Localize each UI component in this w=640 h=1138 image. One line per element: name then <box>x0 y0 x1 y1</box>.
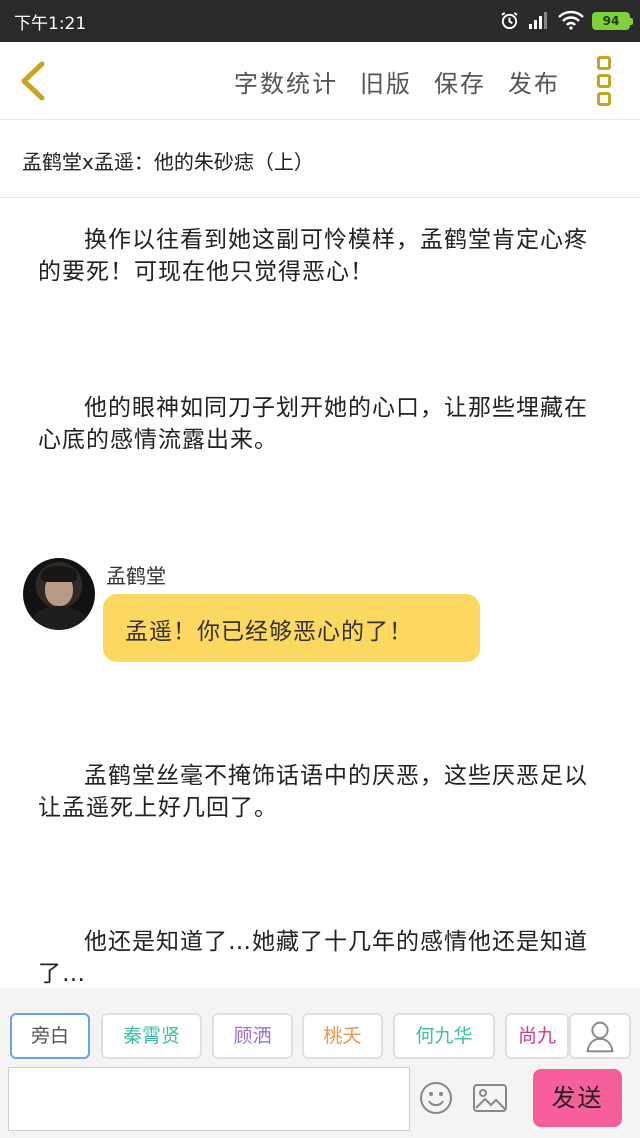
emoji-icon[interactable] <box>418 1080 454 1116</box>
character-chip[interactable]: 桃夭 <box>302 1013 383 1059</box>
character-chip-narrator[interactable]: 旁白 <box>10 1013 90 1059</box>
character-chip-label: 旁白 <box>30 1025 69 1047</box>
signal-icon <box>529 12 547 29</box>
wifi-icon <box>558 10 584 30</box>
dialogue-speaker: 孟鹤堂 <box>106 564 166 588</box>
narration-paragraph[interactable]: 他的眼神如同刀子划开她的心口，让那些埋藏在心底的感情流露出来。 <box>38 392 598 456</box>
character-chip[interactable]: 何九华 <box>393 1013 495 1059</box>
character-chip-label: 桃夭 <box>323 1025 362 1047</box>
old-version-button[interactable]: 旧版 <box>360 64 412 99</box>
narration-paragraph[interactable]: 他还是知道了…她藏了十几年的感情他还是知道了… <box>38 926 598 990</box>
avatar[interactable] <box>23 558 95 630</box>
toolbar-actions: 字数统计 旧版 保存 发布 <box>234 64 560 99</box>
character-chip-label: 顾洒 <box>233 1025 272 1047</box>
battery-icon: 94 <box>592 12 633 30</box>
compose-bar: 发送 <box>0 1064 640 1138</box>
user-icon <box>586 1021 614 1053</box>
publish-button[interactable]: 发布 <box>508 64 560 99</box>
narration-paragraph[interactable]: 孟鹤堂丝毫不掩饰话语中的厌恶，这些厌恶足以让孟遥死上好几回了。 <box>38 760 598 824</box>
save-button[interactable]: 保存 <box>434 64 486 99</box>
character-chip[interactable]: 秦霄贤 <box>101 1013 202 1059</box>
character-chip[interactable]: 尚九 <box>505 1013 569 1059</box>
character-selector: 旁白 秦霄贤 顾洒 桃夭 何九华 尚九 <box>0 988 640 1064</box>
character-chip[interactable]: 顾洒 <box>212 1013 293 1059</box>
story-title[interactable]: 孟鹤堂x孟遥：他的朱砂痣（上） <box>22 146 314 175</box>
dialogue-bubble[interactable]: 孟遥！你已经够恶心的了！ <box>103 594 480 662</box>
story-title-bar: 孟鹤堂x孟遥：他的朱砂痣（上） <box>0 120 640 198</box>
character-chip-label: 秦霄贤 <box>122 1025 180 1047</box>
add-character-button[interactable] <box>569 1013 631 1059</box>
character-chip-label: 尚九 <box>517 1025 556 1047</box>
status-time: 下午1:21 <box>14 14 87 34</box>
message-input[interactable] <box>8 1067 410 1131</box>
back-arrow-icon[interactable] <box>14 58 54 104</box>
alarm-icon <box>501 12 518 30</box>
more-menu-icon[interactable] <box>594 56 614 106</box>
send-button[interactable]: 发送 <box>533 1069 622 1127</box>
narration-paragraph[interactable]: 换作以往看到她这副可怜模样，孟鹤堂肯定心疼的要死！可现在他只觉得恶心！ <box>38 224 598 288</box>
image-icon[interactable] <box>472 1082 508 1114</box>
status-bar: 下午1:21 94 <box>0 0 640 42</box>
word-count-button[interactable]: 字数统计 <box>234 64 338 99</box>
editor-toolbar: 字数统计 旧版 保存 发布 <box>0 42 640 120</box>
character-chip-label: 何九华 <box>415 1025 473 1047</box>
